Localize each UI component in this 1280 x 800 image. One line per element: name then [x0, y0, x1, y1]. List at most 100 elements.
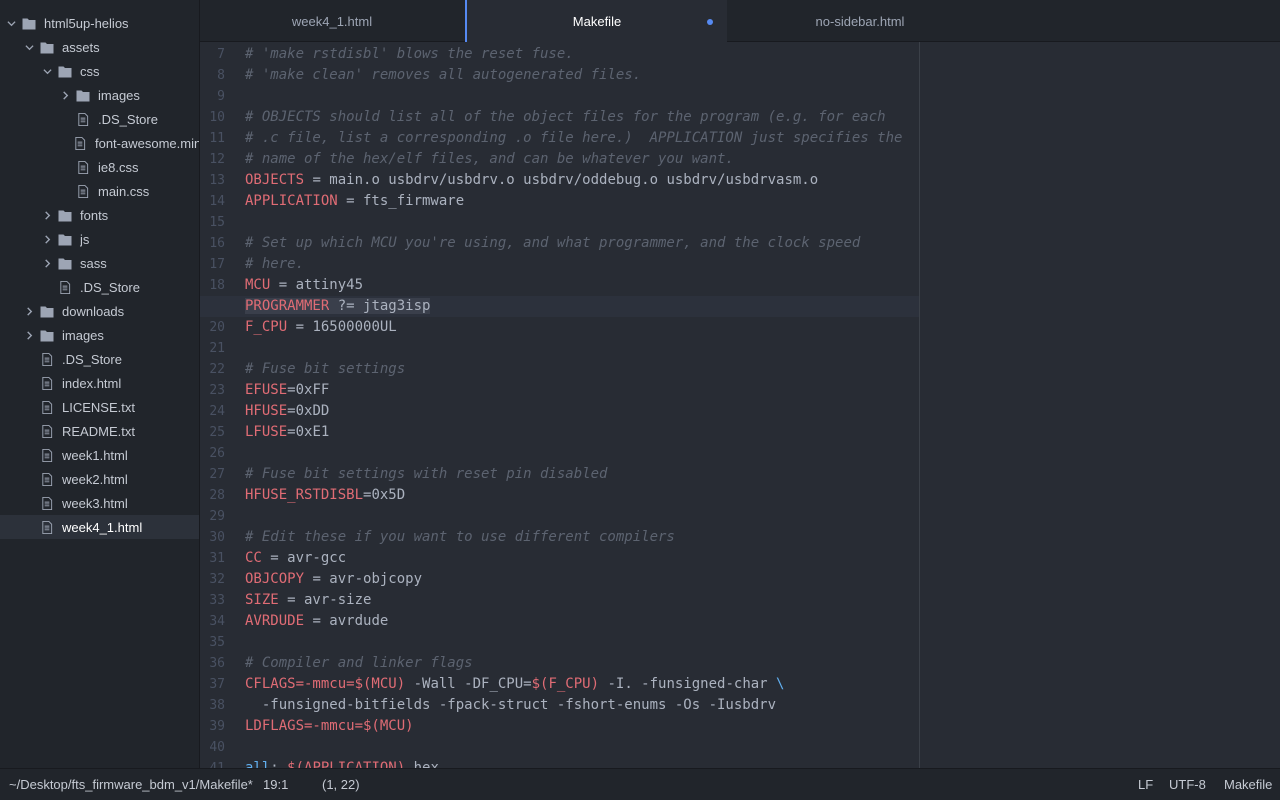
chevron-right-icon[interactable]: [24, 330, 34, 340]
tree-file-week4-1-html[interactable]: week4_1.html: [0, 515, 199, 539]
code-line[interactable]: OBJCOPY = avr-objcopy: [245, 569, 422, 590]
tab-week4-1-html[interactable]: week4_1.html: [200, 0, 464, 42]
line-number: 40: [209, 740, 225, 755]
chevron-right-icon[interactable]: [42, 234, 52, 244]
code-variable: CFLAGS=-mmcu=$(MCU): [245, 676, 406, 692]
tab-label: week4_1.html: [291, 13, 373, 29]
code-line[interactable]: SIZE = avr-size: [245, 590, 371, 611]
tree-file-week3-html[interactable]: week3.html: [0, 491, 199, 515]
chevron-right-icon[interactable]: [60, 90, 70, 100]
tab-makefile[interactable]: Makefile: [465, 0, 727, 43]
tree-file-main-css[interactable]: main.css: [0, 179, 199, 203]
tree-folder-downloads[interactable]: downloads: [0, 299, 199, 323]
code-line[interactable]: # 'make rstdisbl' blows the reset fuse.: [245, 44, 574, 65]
code-line[interactable]: # Set up which MCU you're using, and wha…: [245, 233, 860, 254]
line-number: 20: [209, 320, 225, 335]
code-keyword: all: [245, 760, 271, 768]
grammar-selector[interactable]: Makefile: [1224, 769, 1272, 800]
code-keyword: \: [776, 676, 785, 692]
chevron-down-icon[interactable]: [24, 42, 34, 52]
tree-folder-images[interactable]: images: [0, 323, 199, 347]
code-text: =0xE1: [287, 424, 330, 440]
code-text: = 16500000UL: [287, 319, 397, 335]
code-line[interactable]: F_CPU = 16500000UL: [245, 317, 397, 338]
code-variable: MCU: [245, 277, 271, 293]
code-line[interactable]: # Fuse bit settings: [245, 359, 405, 380]
code-line[interactable]: # Edit these if you want to use differen…: [245, 527, 675, 548]
chevron-right-icon[interactable]: [42, 258, 52, 268]
code-line[interactable]: HFUSE_RSTDISBL=0x5D: [245, 485, 405, 506]
code-line[interactable]: # 'make clean' removes all autogenerated…: [245, 65, 641, 86]
code-comment: # name of the hex/elf files, and can be …: [245, 151, 734, 167]
code-line[interactable]: CC = avr-gcc: [245, 548, 346, 569]
file-icon: [40, 520, 54, 534]
tree-folder-images[interactable]: images: [0, 83, 199, 107]
code-line[interactable]: LFUSE=0xE1: [245, 422, 329, 443]
code-line[interactable]: # .c file, list a corresponding .o file …: [245, 128, 902, 149]
chevron-down-icon[interactable]: [6, 18, 16, 28]
code-line[interactable]: all: $(APPLICATION).hex: [245, 758, 439, 768]
code-line[interactable]: LDFLAGS=-mmcu=$(MCU): [245, 716, 414, 737]
line-number-gutter[interactable]: 7891011121314151617181920212223242526272…: [200, 42, 234, 768]
file-path[interactable]: ~/Desktop/fts_firmware_bdm_v1/Makefile*: [9, 769, 253, 800]
chevron-right-icon[interactable]: [24, 306, 34, 316]
line-number: 10: [209, 110, 225, 125]
code-line[interactable]: MCU = attiny45: [245, 275, 363, 296]
code-line[interactable]: EFUSE=0xFF: [245, 380, 329, 401]
chevron-right-icon[interactable]: [42, 210, 52, 220]
tree-file-ds-store[interactable]: .DS_Store: [0, 347, 199, 371]
code-variable: OBJCOPY: [245, 571, 305, 587]
text-editor[interactable]: 7891011121314151617181920212223242526272…: [200, 42, 1280, 768]
code-variable: LFUSE: [245, 424, 288, 440]
file-icon: [40, 496, 54, 510]
tree-file-ie8-css[interactable]: ie8.css: [0, 155, 199, 179]
line-number: 8: [217, 68, 225, 83]
tree-folder-assets[interactable]: assets: [0, 35, 199, 59]
modified-indicator-icon[interactable]: [707, 19, 713, 25]
selection-count[interactable]: (1, 22): [322, 769, 360, 800]
code-line[interactable]: # here.: [245, 254, 304, 275]
code-variable: EFUSE: [245, 382, 288, 398]
tree-folder-html5up-helios[interactable]: html5up-helios: [0, 11, 199, 35]
code-line[interactable]: # Fuse bit settings with reset pin disab…: [245, 464, 607, 485]
chevron-down-icon[interactable]: [42, 66, 52, 76]
code-line[interactable]: # OBJECTS should list all of the object …: [245, 107, 886, 128]
code-line[interactable]: HFUSE=0xDD: [245, 401, 329, 422]
tree-file-readme-txt[interactable]: README.txt: [0, 419, 199, 443]
code-text: .hex: [405, 760, 439, 768]
code-line[interactable]: OBJECTS = main.o usbdrv/usbdrv.o usbdrv/…: [245, 170, 818, 191]
tree-file-index-html[interactable]: index.html: [0, 371, 199, 395]
encoding-selector[interactable]: UTF-8: [1169, 769, 1206, 800]
code-line[interactable]: CFLAGS=-mmcu=$(MCU) -Wall -DF_CPU=$(F_CP…: [245, 674, 784, 695]
code-line[interactable]: # Compiler and linker flags: [245, 653, 473, 674]
code-line[interactable]: APPLICATION = fts_firmware: [245, 191, 464, 212]
tree-view[interactable]: html5up-helios assets css images .DS_Store fo…: [0, 0, 200, 768]
tree-file-license-txt[interactable]: LICENSE.txt: [0, 395, 199, 419]
line-number: 13: [209, 173, 225, 188]
tree-folder-css[interactable]: css: [0, 59, 199, 83]
tab-no-sidebar-html[interactable]: no-sidebar.html: [728, 0, 992, 42]
code-line[interactable]: # name of the hex/elf files, and can be …: [245, 149, 734, 170]
cursor-position[interactable]: 19:1: [263, 769, 288, 800]
code-variable: HFUSE_RSTDISBL: [245, 487, 364, 503]
tree-folder-sass[interactable]: sass: [0, 251, 199, 275]
tree-folder-fonts[interactable]: fonts: [0, 203, 199, 227]
tree-file-font-awesome-min-css[interactable]: font-awesome.min.css: [0, 131, 199, 155]
code-comment: # here.: [245, 256, 305, 272]
tree-folder-js[interactable]: js: [0, 227, 199, 251]
tree-item-label: README.txt: [62, 423, 135, 439]
line-ending-selector[interactable]: LF: [1138, 769, 1153, 800]
code-line[interactable]: PROGRAMMER ?= jtag3isp: [245, 296, 431, 317]
tree-file-week2-html[interactable]: week2.html: [0, 467, 199, 491]
tree-file-ds-store[interactable]: .DS_Store: [0, 275, 199, 299]
line-number: 27: [209, 467, 225, 482]
tree-file-week1-html[interactable]: week1.html: [0, 443, 199, 467]
tree-file-ds-store[interactable]: .DS_Store: [0, 107, 199, 131]
code-line[interactable]: -funsigned-bitfields -fpack-struct -fsho…: [245, 695, 776, 716]
code-line[interactable]: AVRDUDE = avrdude: [245, 611, 388, 632]
tree-item-label: js: [80, 231, 90, 247]
line-number: 36: [209, 656, 225, 671]
code-variable: HFUSE: [245, 403, 288, 419]
code-area[interactable]: # 'make rstdisbl' blows the reset fuse. #…: [200, 42, 920, 768]
code-text: = main.o usbdrv/usbdrv.o usbdrv/oddebug.…: [304, 172, 819, 188]
